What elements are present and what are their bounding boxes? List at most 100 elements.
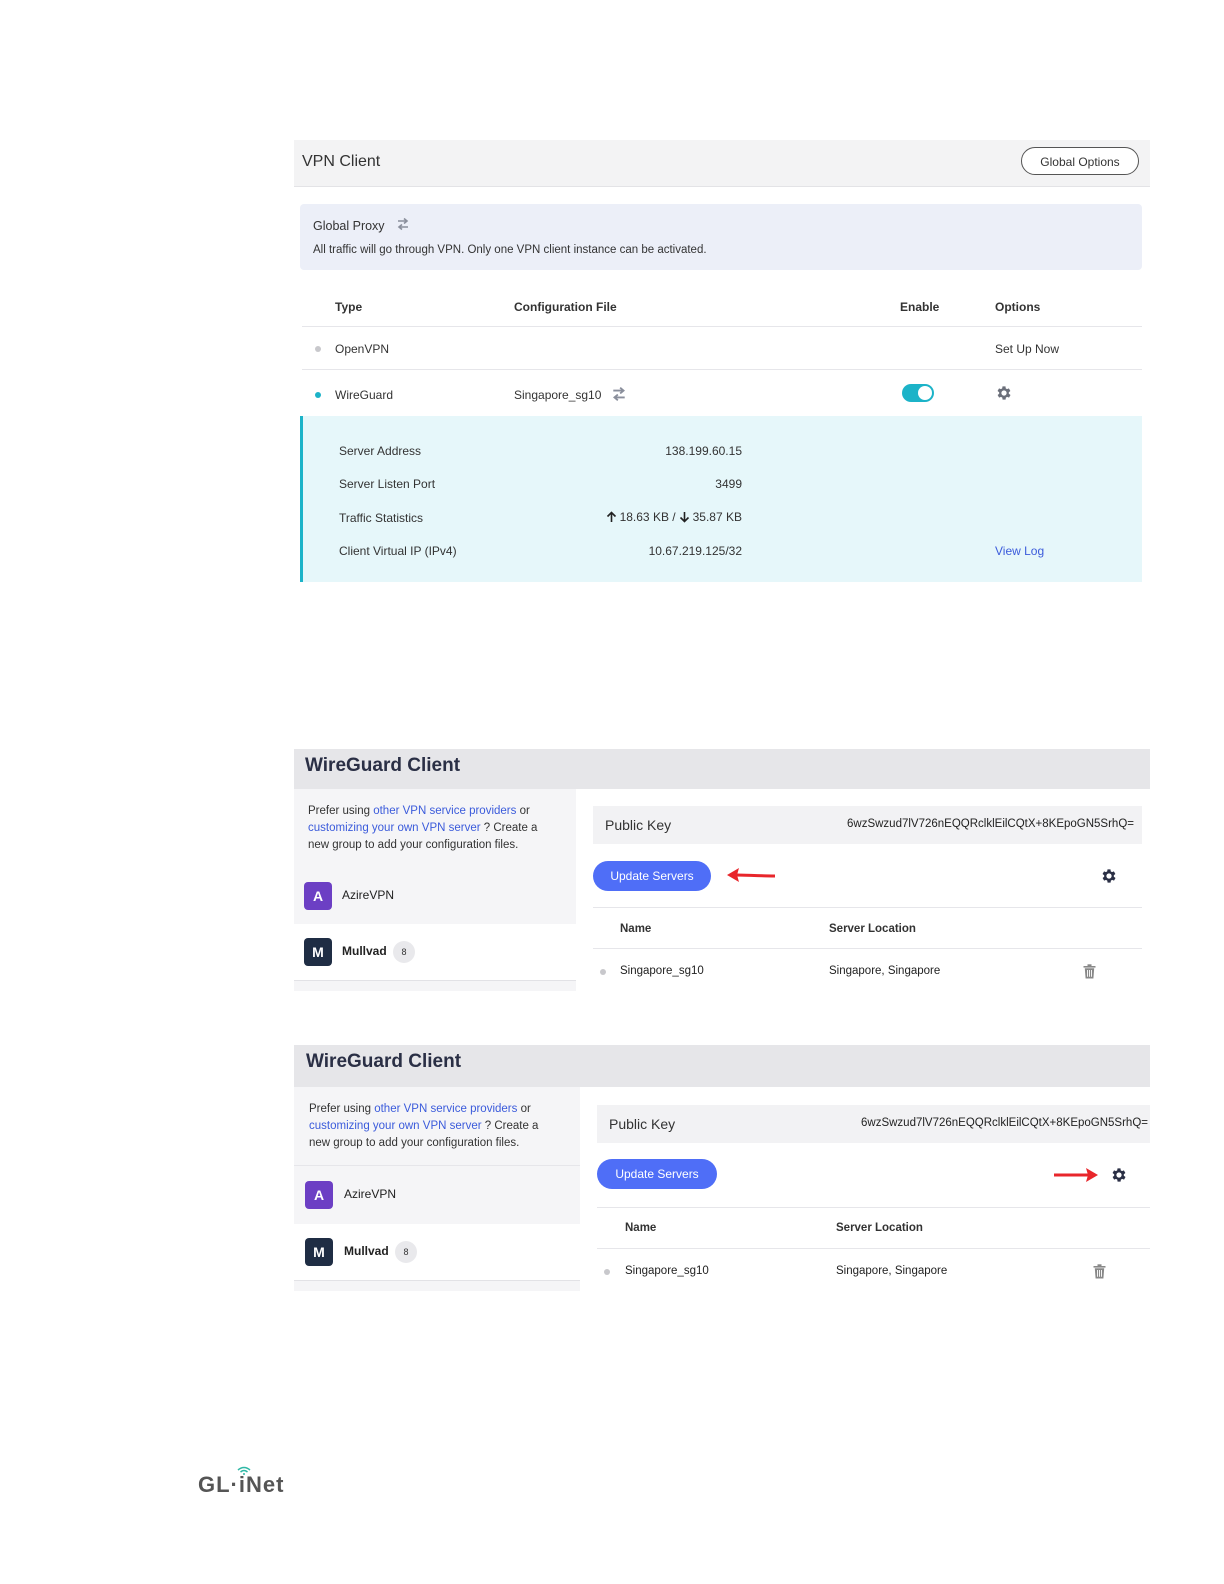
provider-description: Prefer using other VPN service providers… [308,803,558,854]
provider-name: AzireVPN [342,888,395,902]
col-config: Configuration File [514,300,617,314]
traffic-up: 18.63 KB / [619,510,676,524]
divider [302,369,1142,370]
provider-sidebar: Prefer using other VPN service providers… [294,789,576,991]
arrow-down-icon [679,511,690,523]
server-name: Singapore_sg10 [620,965,704,977]
wireguard-title: WireGuard Client [306,1051,462,1072]
divider [294,1165,580,1166]
wireguard-client-panel: WireGuard Client Prefer using other VPN … [294,749,1150,994]
wireguard-client-panel: WireGuard Client Prefer using other VPN … [294,1045,1150,1295]
provider-item-azirevpn[interactable]: A AzireVPN [294,868,576,924]
global-options-button[interactable]: Global Options [1021,147,1139,175]
provider-name: Mullvad [342,944,387,958]
divider [593,948,1142,949]
switch-icon[interactable] [396,217,410,231]
provider-description: Prefer using other VPN service providers… [309,1101,559,1152]
global-proxy-box: Global Proxy All traffic will go through… [300,204,1142,270]
switch-icon[interactable] [611,386,627,402]
divider [597,1207,1150,1208]
desc-text: Prefer using [308,805,374,817]
vpn-client-header: VPN Client Global Options [294,140,1150,187]
arrow-up-icon [606,511,617,523]
provider-item-azirevpn[interactable]: A AzireVPN [294,1167,580,1223]
gear-icon[interactable] [995,384,1013,402]
status-dot [315,392,321,398]
traffic-value: 18.63 KB / 35.87 KB [606,510,742,524]
traffic-down: 35.87 KB [692,510,742,524]
server-port-label: Server Listen Port [339,477,436,491]
other-providers-link[interactable]: other VPN service providers [374,1103,517,1115]
desc-text: Prefer using [309,1103,375,1115]
divider [302,326,1142,327]
wireguard-header: WireGuard Client [294,749,1150,789]
status-dot [604,1269,610,1275]
provider-item-mullvad[interactable]: M Mullvad 8 [294,924,576,981]
avatar: M [304,938,332,966]
public-key-label: Public Key [609,1116,676,1132]
col-location: Server Location [836,1222,923,1234]
divider [597,1248,1150,1249]
red-arrow-icon [725,864,777,886]
red-arrow-icon [1052,1164,1100,1186]
row-config-file: Singapore_sg10 [514,388,602,402]
set-up-now-link[interactable]: Set Up Now [995,342,1059,356]
client-vip-label: Client Virtual IP (IPv4) [339,544,457,558]
gear-icon[interactable] [1100,867,1118,885]
proxy-description: All traffic will go through VPN. Only on… [313,244,707,256]
vpn-client-panel: VPN Client Global Options Global Proxy A… [294,140,1150,586]
server-location: Singapore, Singapore [829,965,941,977]
status-dot [600,969,606,975]
col-name: Name [620,923,652,935]
status-dot [315,346,321,352]
view-log-link[interactable]: View Log [995,544,1044,558]
desc-text: or [516,805,530,817]
connection-details: Server Address 138.199.60.15 Server List… [300,416,1142,582]
server-address-label: Server Address [339,444,422,458]
avatar: M [305,1238,333,1266]
traffic-label: Traffic Statistics [339,511,424,525]
row-type-openvpn: OpenVPN [335,342,390,356]
trash-icon[interactable] [1093,1264,1106,1279]
provider-item-mullvad[interactable]: M Mullvad 8 [294,1224,580,1281]
public-key-box: Public Key 6wzSwzud7lV726nEQQRclklEilCQt… [597,1105,1150,1143]
avatar: A [305,1181,333,1209]
wireguard-header: WireGuard Client [294,1045,1150,1087]
server-port-value: 3499 [715,477,742,491]
toggle-knob [918,386,932,400]
desc-text: or [517,1103,531,1115]
public-key-box: Public Key 6wzSwzud7lV726nEQQRclklEilCQt… [593,806,1142,844]
page-title: VPN Client [302,153,381,170]
gl-inet-logo: GL·iNet [198,1464,308,1500]
customize-server-link[interactable]: customizing your own VPN server [309,1120,482,1132]
trash-icon[interactable] [1083,964,1096,979]
update-servers-button[interactable]: Update Servers [593,861,711,891]
server-location: Singapore, Singapore [836,1265,948,1277]
update-servers-button[interactable]: Update Servers [597,1159,717,1189]
provider-name: AzireVPN [344,1187,397,1201]
logo-text: GL·iNet [198,1472,285,1497]
provider-name: Mullvad [344,1244,389,1258]
gear-icon[interactable] [1110,1166,1128,1184]
row-type-wireguard: WireGuard [335,388,394,402]
col-name: Name [625,1222,657,1234]
avatar: A [304,882,332,910]
proxy-title: Global Proxy [313,219,385,233]
count-badge: 8 [395,1241,417,1263]
public-key-value: 6wzSwzud7lV726nEQQRclklEilCQtX+8KEpoGN5S… [861,1117,1148,1129]
col-options: Options [995,300,1041,314]
divider [593,907,1142,908]
col-type: Type [335,300,363,314]
col-location: Server Location [829,923,916,935]
count-badge: 8 [393,941,415,963]
other-providers-link[interactable]: other VPN service providers [373,805,516,817]
customize-server-link[interactable]: customizing your own VPN server [308,822,481,834]
provider-sidebar: Prefer using other VPN service providers… [294,1087,580,1291]
col-enable: Enable [900,300,940,314]
server-address-value: 138.199.60.15 [665,444,742,458]
public-key-value: 6wzSwzud7lV726nEQQRclklEilCQtX+8KEpoGN5S… [847,818,1134,830]
server-name: Singapore_sg10 [625,1265,709,1277]
public-key-label: Public Key [605,817,672,833]
wireguard-title: WireGuard Client [305,755,461,776]
enable-toggle[interactable] [902,384,934,402]
